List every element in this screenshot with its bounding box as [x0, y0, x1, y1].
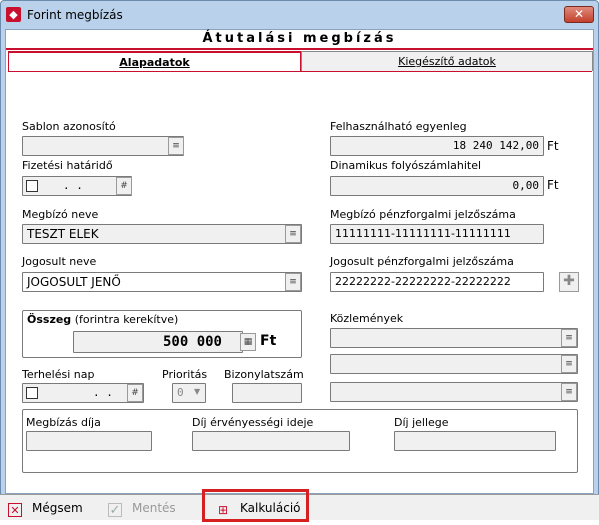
title-bar: ◆ Forint megbízás ✕	[1, 1, 598, 29]
save-button[interactable]: ✓ Mentés	[108, 495, 176, 521]
dij-jellege-field	[394, 431, 556, 451]
bizonylatszam-input[interactable]	[232, 383, 302, 403]
megbizo-neve-label: Megbízó neve	[22, 208, 99, 221]
dinamikus-label: Dinamikus folyószámlahitel	[330, 159, 482, 172]
osszeg-calculator-icon[interactable]: ▦	[240, 333, 256, 351]
cancel-button[interactable]: ✕ Mégsem	[8, 495, 83, 521]
prioritas-select[interactable]: 0	[172, 383, 206, 403]
jogosult-szamla-label: Jogosult pénzforgalmi jelzőszáma	[330, 255, 514, 268]
terhelesi-nap-checkbox[interactable]	[26, 387, 38, 399]
jogosult-neve-input[interactable]: JOGOSULT JENŐ	[22, 272, 302, 292]
save-check-icon: ✓	[108, 503, 122, 518]
dinamikus-unit: Ft	[547, 178, 559, 192]
osszeg-label: Összeg (forintra kerekítve)	[27, 313, 179, 326]
osszeg-input[interactable]: 500 000	[73, 331, 243, 353]
dij-ervenyessegi-field	[192, 431, 350, 451]
calc-highlight-frame	[202, 489, 309, 522]
kozlemenyek-label: Közlemények	[330, 312, 404, 325]
megbizas-dija-field	[26, 431, 152, 451]
osszeg-unit: Ft	[260, 333, 277, 349]
close-button[interactable]: ✕	[564, 6, 594, 23]
fizetesi-hatarido-label: Fizetési határidő	[22, 159, 113, 172]
dinamikus-field: 0,00	[330, 176, 544, 196]
megbizo-szamla-field: 11111111-11111111-11111111	[330, 224, 544, 244]
kozlemeny-3-input[interactable]	[330, 382, 578, 402]
jogosult-lookup-icon[interactable]: ≡	[285, 273, 301, 291]
tab-kiegeszito-adatok[interactable]: Kiegészítő adatok	[301, 51, 593, 71]
megbizas-dija-label: Megbízás díja	[26, 416, 101, 429]
jogosult-szamla-input[interactable]: 22222222-22222222-22222222	[330, 272, 544, 292]
megbizo-lookup-icon[interactable]: ≡	[285, 225, 301, 243]
header-divider	[6, 48, 593, 50]
bizonylatszam-label: Bizonylatszám	[224, 368, 304, 381]
terhelesi-nap-label: Terhelési nap	[22, 368, 95, 381]
kozlemeny-2-lookup-icon[interactable]: ≡	[561, 355, 577, 373]
dij-jellege-label: Díj jellege	[394, 416, 449, 429]
megbizo-neve-input[interactable]: TESZT ELEK	[22, 224, 302, 244]
terhelesi-nap-calendar-icon[interactable]: #	[127, 384, 143, 402]
sablon-label: Sablon azonosító	[22, 120, 116, 133]
terhelesi-nap-input[interactable]: . .	[22, 383, 144, 403]
felhasznalhato-unit: Ft	[547, 139, 559, 153]
kozlemeny-3-lookup-icon[interactable]: ≡	[561, 383, 577, 401]
jogosult-neve-label: Jogosult neve	[22, 255, 97, 268]
kozlemeny-2-input[interactable]	[330, 354, 578, 374]
prioritas-label: Prioritás	[162, 368, 208, 381]
tab-underline	[8, 71, 592, 72]
kozlemeny-1-lookup-icon[interactable]: ≡	[561, 329, 577, 347]
fizetesi-hatarido-checkbox[interactable]	[26, 180, 38, 192]
sablon-lookup-icon[interactable]: ≡	[168, 137, 184, 155]
app-window: ◆ Forint megbízás ✕ Átutalási megbízás A…	[0, 0, 599, 520]
felhasznalhato-label: Felhasználható egyenleg	[330, 120, 467, 133]
form-panel: Átutalási megbízás Alapadatok Kiegészítő…	[5, 29, 594, 494]
app-logo-icon: ◆	[6, 7, 21, 22]
prioritas-chevron-down-icon[interactable]: ▼	[194, 387, 200, 396]
tab-alapadatok[interactable]: Alapadatok	[8, 51, 301, 71]
megbizo-szamla-label: Megbízó pénzforgalmi jelzőszáma	[330, 208, 516, 221]
add-partner-icon[interactable]: ✚	[559, 272, 579, 292]
window-title: Forint megbízás	[27, 8, 123, 22]
kozlemeny-1-input[interactable]	[330, 328, 578, 348]
fizetesi-hatarido-calendar-icon[interactable]: #	[116, 177, 132, 195]
sablon-input[interactable]	[22, 136, 184, 156]
felhasznalhato-field: 18 240 142,00	[330, 136, 544, 156]
dij-ervenyessegi-label: Díj érvényességi ideje	[192, 416, 314, 429]
cancel-x-icon: ✕	[8, 503, 22, 517]
form-header: Átutalási megbízás	[202, 31, 397, 46]
